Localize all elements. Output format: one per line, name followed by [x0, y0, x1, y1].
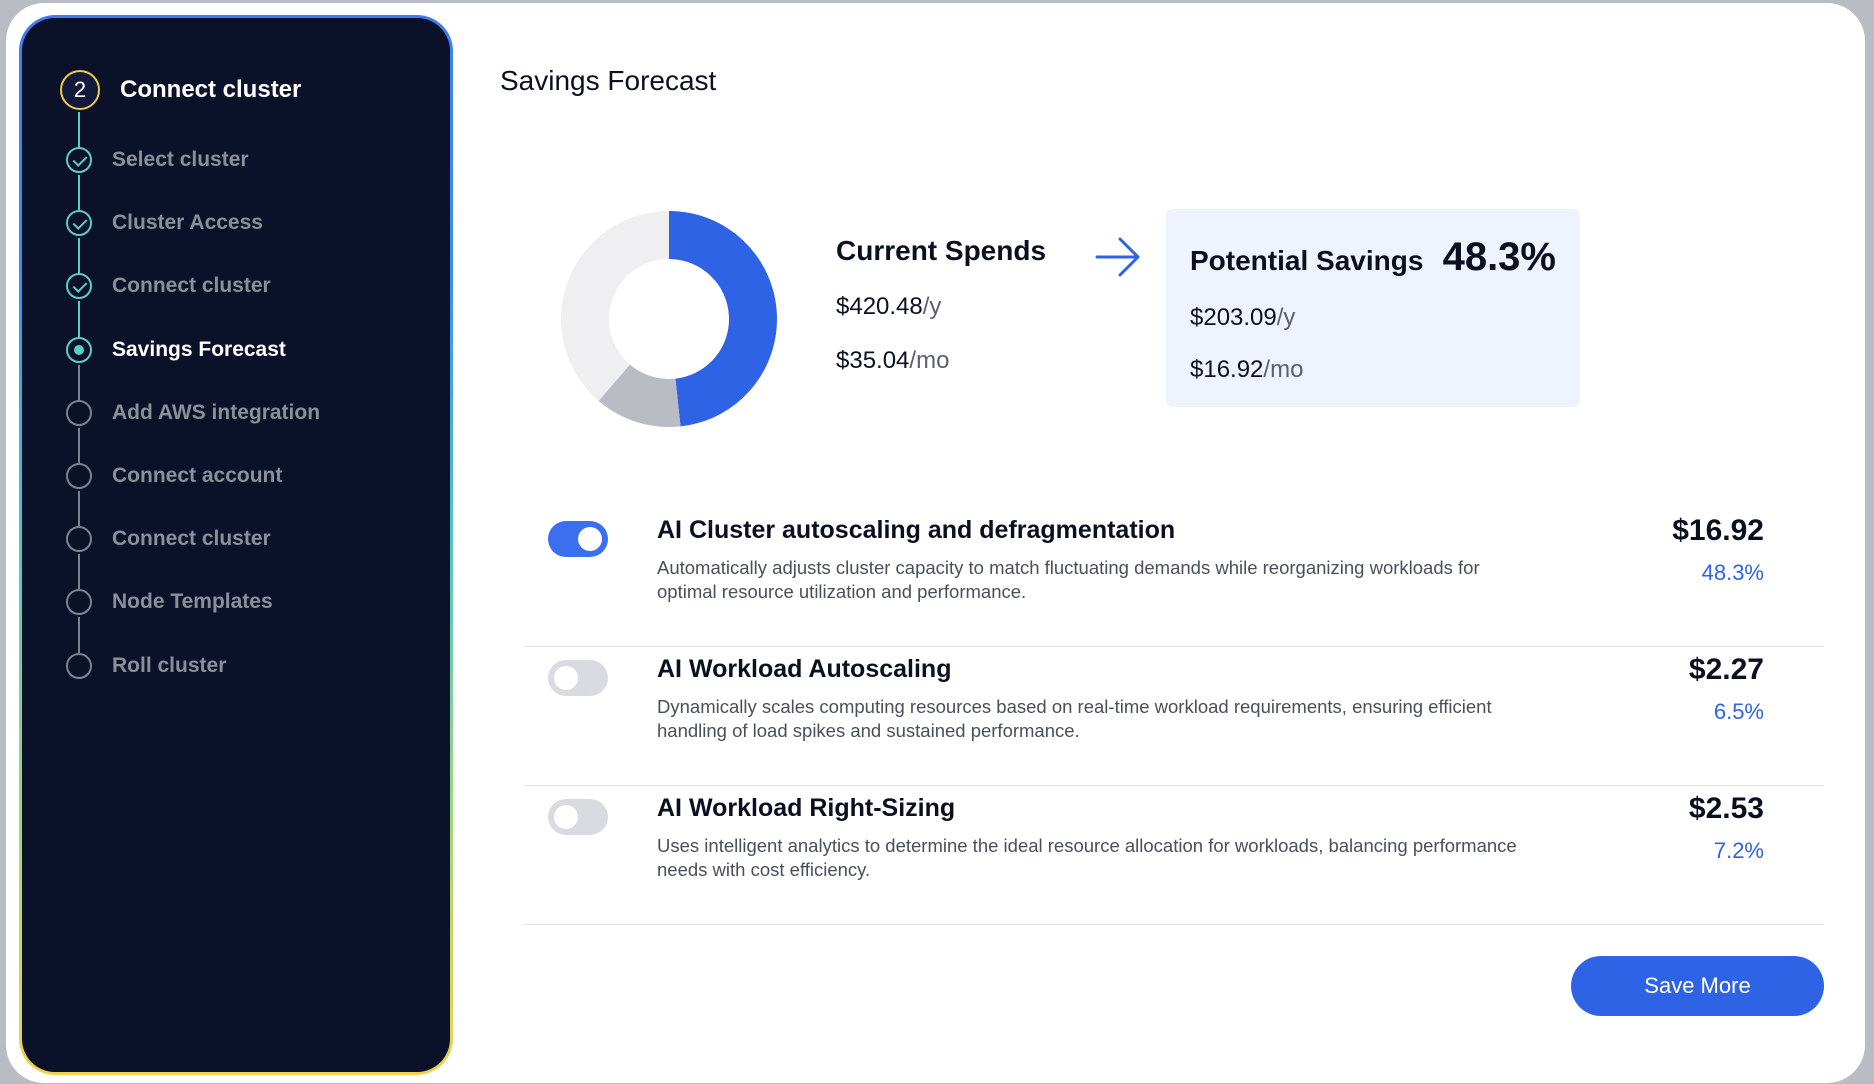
- feature-toggle[interactable]: [548, 660, 608, 696]
- savings-monthly-value: $16.92: [1190, 356, 1264, 383]
- current-spends-monthly: $35.04/mo: [836, 347, 1046, 375]
- step-item-label: Select cluster: [112, 148, 249, 171]
- step-connector: [78, 554, 80, 590]
- step-item-label: Node Templates: [112, 590, 273, 614]
- step-connector: [78, 112, 80, 148]
- donut-slice: [561, 211, 669, 401]
- step-title: Connect cluster: [120, 76, 302, 103]
- step-connector: [78, 427, 80, 463]
- feature-percent: 7.2%: [1713, 838, 1764, 863]
- current-step-icon: [66, 336, 92, 363]
- potential-savings-yearly: $203.09/y: [1190, 304, 1556, 332]
- check-circle-icon: [66, 273, 92, 300]
- feature-toggle[interactable]: [548, 521, 608, 557]
- potential-savings-card: Potential Savings 48.3% $203.09/y $16.92…: [1166, 209, 1580, 407]
- arrow-right-icon: [1095, 237, 1140, 277]
- feature-description: Dynamically scales computing resources b…: [657, 696, 1492, 741]
- step-item[interactable]: Add AWS integration: [66, 399, 321, 426]
- step-item-label: Connect account: [112, 464, 283, 487]
- feature-toggle[interactable]: [548, 799, 608, 835]
- feature-title: AI Cluster autoscaling and defragmentati…: [657, 516, 1176, 544]
- donut-slice: [669, 211, 777, 427]
- feature-percent: 48.3%: [1701, 560, 1764, 585]
- step-connector: [78, 175, 80, 211]
- step-connector: [78, 364, 80, 400]
- potential-savings-monthly: $16.92/mo: [1190, 356, 1556, 384]
- empty-circle-icon: [66, 399, 92, 426]
- step-item[interactable]: Select cluster: [66, 147, 249, 173]
- feature-row: AI Cluster autoscaling and defragmentati…: [524, 508, 1824, 647]
- page-title: Savings Forecast: [500, 65, 717, 96]
- check-circle-icon: [66, 210, 92, 237]
- step-item-label: Roll cluster: [112, 653, 227, 677]
- step-connector: [78, 301, 80, 337]
- current-spends-yearly: $420.48/y: [836, 293, 1046, 321]
- step-header: 2 Connect cluster: [60, 70, 301, 110]
- current-monthly-unit: /mo: [909, 347, 950, 374]
- step-connector: [78, 238, 80, 274]
- stepper-panel: 2 Connect cluster Select cluster Cluster …: [22, 18, 450, 1072]
- step-connector: [78, 617, 80, 653]
- feature-amount: $2.53: [1688, 792, 1764, 825]
- step-item[interactable]: Node Templates: [66, 589, 273, 616]
- step-item-label: Add AWS integration: [112, 400, 321, 424]
- step-item[interactable]: Connect account: [66, 463, 282, 489]
- stepper-sidebar: 2 Connect cluster Select cluster Cluster …: [19, 15, 453, 1075]
- feature-title: AI Workload Autoscaling: [657, 655, 952, 683]
- feature-title: AI Workload Right-Sizing: [657, 794, 956, 822]
- current-spends-title: Current Spends: [836, 235, 1047, 266]
- step-item[interactable]: Cluster Access: [66, 210, 263, 237]
- step-item[interactable]: Savings Forecast: [66, 336, 286, 363]
- step-item-label: Savings Forecast: [112, 337, 286, 361]
- feature-row: AI Workload Autoscaling Dynamically scal…: [524, 647, 1824, 786]
- feature-percent: 6.5%: [1713, 699, 1764, 724]
- feature-description: Uses intelligent analytics to determine …: [657, 835, 1517, 880]
- feature-row: AI Workload Right-Sizing Uses intelligen…: [524, 786, 1824, 925]
- step-connector: [78, 491, 80, 527]
- feature-amount: $16.92: [1672, 514, 1764, 547]
- empty-circle-icon: [66, 526, 92, 553]
- step-number-badge: 2: [60, 70, 100, 110]
- step-item[interactable]: Connect cluster: [66, 526, 271, 553]
- current-spends: Current Spends $420.48/y $35.04/mo: [836, 235, 1046, 375]
- toggle-knob: [578, 527, 602, 551]
- toggle-knob: [554, 666, 578, 690]
- current-yearly-unit: /y: [922, 293, 942, 320]
- toggle-knob: [554, 805, 578, 829]
- savings-yearly-value: $203.09: [1190, 304, 1277, 331]
- savings-monthly-unit: /mo: [1263, 356, 1304, 383]
- save-more-button[interactable]: Save More: [1571, 956, 1824, 1016]
- step-item-label: Cluster Access: [112, 211, 263, 235]
- stepper: 2 Connect cluster Select cluster Cluster …: [22, 18, 450, 1072]
- current-monthly-value: $35.04: [836, 347, 910, 374]
- potential-savings-percent: 48.3%: [1442, 235, 1556, 279]
- empty-circle-icon: [66, 589, 92, 616]
- check-circle-icon: [66, 147, 92, 173]
- step-item-label: Connect cluster: [112, 274, 271, 298]
- empty-circle-icon: [66, 652, 92, 679]
- empty-circle-icon: [66, 463, 92, 489]
- feature-amount: $2.27: [1688, 653, 1764, 686]
- setup-window: 2 Connect cluster Select cluster Cluster …: [6, 3, 1865, 1083]
- feature-list: AI Cluster autoscaling and defragmentati…: [524, 508, 1824, 925]
- step-item[interactable]: Roll cluster: [66, 652, 227, 679]
- current-yearly-value: $420.48: [836, 293, 923, 320]
- step-item[interactable]: Connect cluster: [66, 273, 271, 300]
- potential-savings-title: Potential Savings: [1190, 245, 1424, 276]
- savings-yearly-unit: /y: [1276, 304, 1296, 331]
- step-item-label: Connect cluster: [112, 527, 271, 551]
- feature-description: Automatically adjusts cluster capacity t…: [657, 557, 1480, 602]
- savings-donut-chart: [561, 211, 777, 427]
